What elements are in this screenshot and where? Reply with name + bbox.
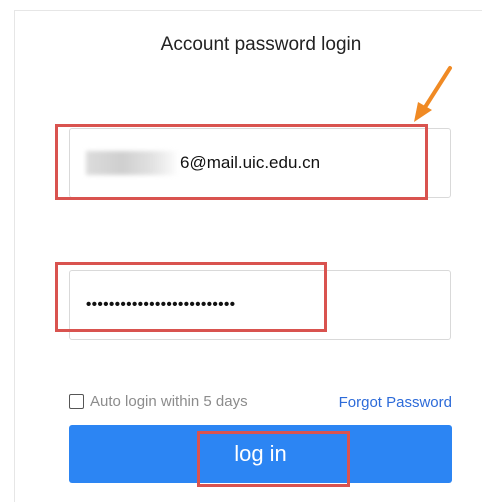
screenshot-stage: Account password login 6@mail.uic.edu.cn… bbox=[0, 0, 483, 502]
password-mask: •••••••••••••••••••••••••• bbox=[86, 296, 236, 313]
email-field[interactable]: 6@mail.uic.edu.cn bbox=[69, 128, 451, 198]
checkbox-icon[interactable] bbox=[69, 394, 84, 409]
forgot-password-link[interactable]: Forgot Password bbox=[339, 394, 452, 411]
auto-login-label: Auto login within 5 days bbox=[90, 393, 248, 410]
password-field[interactable]: •••••••••••••••••••••••••• bbox=[69, 270, 451, 340]
auto-login-option[interactable]: Auto login within 5 days bbox=[69, 393, 248, 410]
email-value: 6@mail.uic.edu.cn bbox=[180, 153, 321, 172]
login-button[interactable]: log in bbox=[69, 425, 452, 483]
arrow-icon bbox=[414, 66, 452, 122]
redacted-text bbox=[86, 151, 176, 175]
page-title: Account password login bbox=[160, 34, 362, 55]
